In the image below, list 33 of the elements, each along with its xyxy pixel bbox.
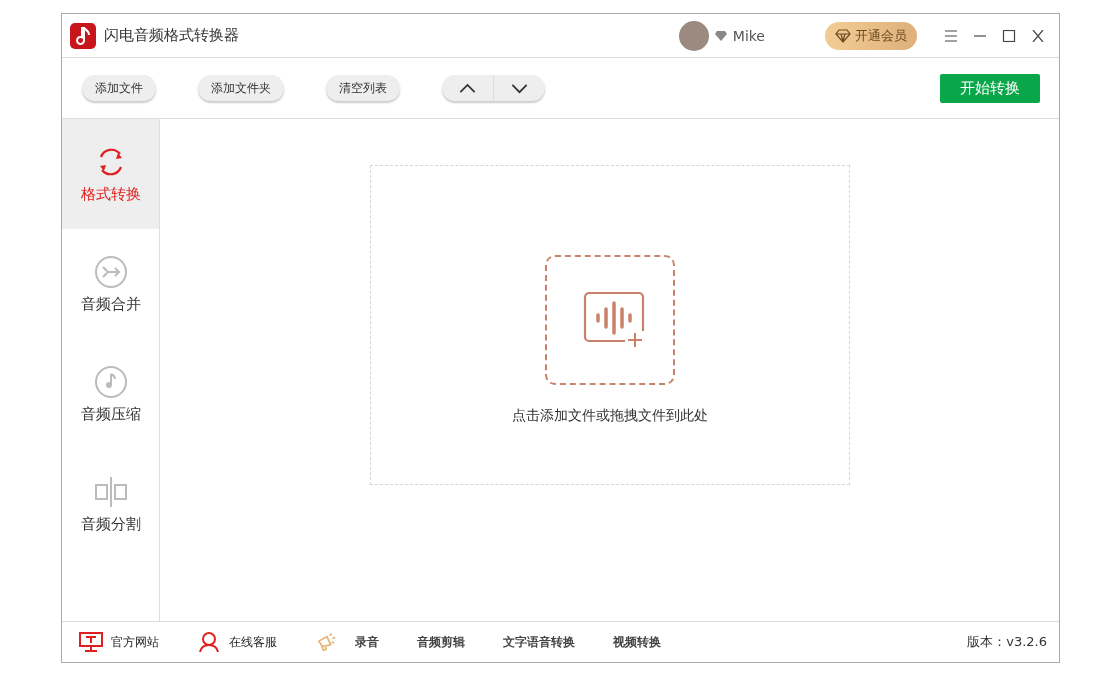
- person-icon: [197, 632, 221, 652]
- sidebar-item[interactable]: 音频分割: [62, 449, 159, 559]
- merge-icon: [93, 254, 128, 289]
- menu-icon[interactable]: [944, 29, 958, 42]
- toolbar-button[interactable]: 添加文件: [82, 75, 156, 101]
- sidebar-item[interactable]: 音频压缩: [62, 339, 159, 449]
- footer-link[interactable]: 文字语音转换: [503, 633, 575, 651]
- footer-link[interactable]: 在线客服: [197, 632, 277, 652]
- window-title: 闪电音频格式转换器: [104, 26, 239, 45]
- close-icon[interactable]: [1031, 29, 1045, 42]
- sidebar-item[interactable]: 音频合并: [62, 229, 159, 339]
- footer-link[interactable]: 官方网站: [79, 632, 159, 652]
- music-note-circle-icon: [93, 364, 128, 399]
- split-icon: [93, 474, 128, 509]
- sidebar-item[interactable]: 格式转换: [62, 119, 159, 229]
- add-file-button[interactable]: [544, 255, 675, 385]
- toolbar-button[interactable]: 清空列表: [326, 75, 400, 101]
- toolbar-button[interactable]: 添加文件夹: [198, 75, 284, 101]
- avatar-placeholder[interactable]: [678, 20, 709, 51]
- maximize-icon[interactable]: [1002, 29, 1016, 42]
- user-name[interactable]: Mike: [732, 27, 765, 44]
- footer-link[interactable]: 音频剪辑: [417, 633, 465, 651]
- audio-add-icon: [582, 291, 645, 349]
- footer-link[interactable]: 视频转换: [613, 633, 661, 651]
- footer-link[interactable]: 录音: [315, 632, 379, 652]
- drop-zone[interactable]: 点击添加文件或拖拽文件到此处: [369, 165, 850, 485]
- vip-button[interactable]: 开通会员: [825, 21, 917, 50]
- version-text: 版本：v3.2.6: [967, 633, 1047, 651]
- music-note-logo-icon: [70, 22, 96, 49]
- diamond-icon: [714, 30, 727, 41]
- monitor-icon: [79, 632, 103, 652]
- diamond-icon: [835, 28, 851, 43]
- drop-hint-text: 点击添加文件或拖拽文件到此处: [511, 407, 708, 425]
